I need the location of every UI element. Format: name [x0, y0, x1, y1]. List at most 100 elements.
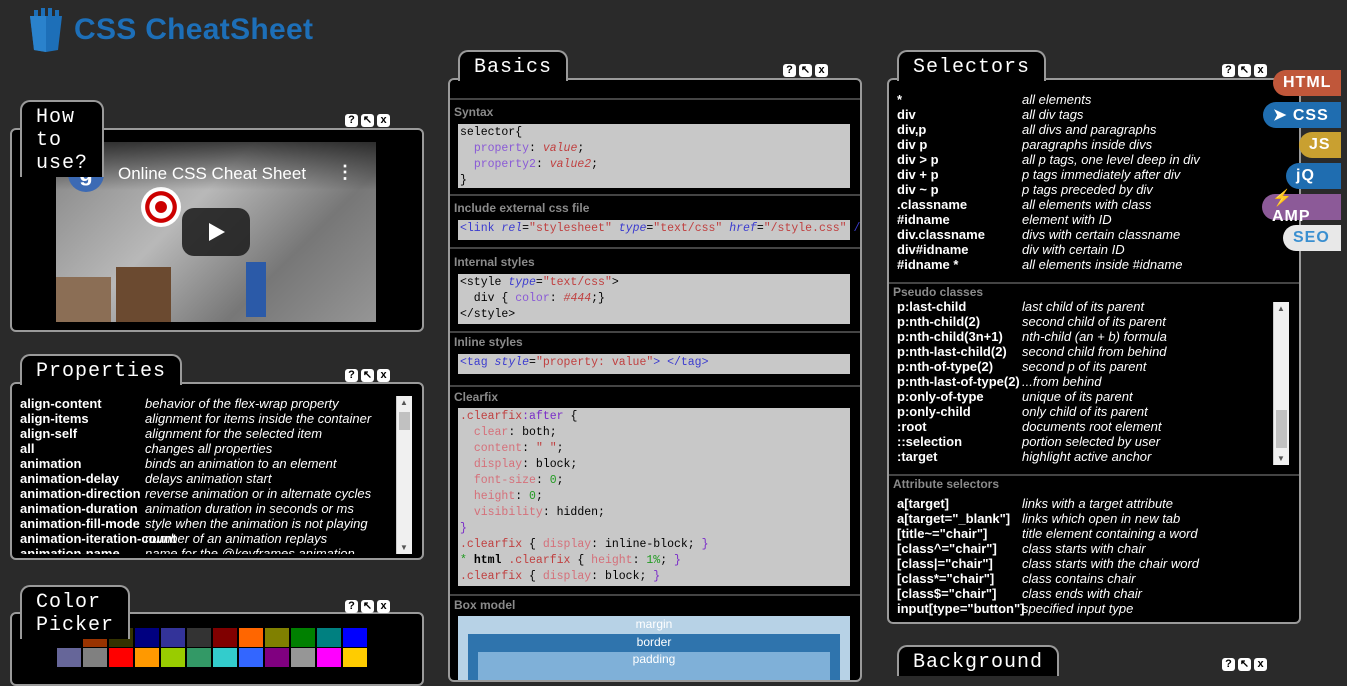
selector-row[interactable]: div#idname div with certain ID	[897, 242, 1200, 257]
close-button[interactable]: x	[377, 369, 390, 382]
attr-row[interactable]: [class|="chair"] class starts with the ch…	[897, 556, 1199, 571]
pseudo-row[interactable]: ::selection portion selected by user	[897, 434, 1167, 449]
expand-button[interactable]: ↖	[799, 64, 812, 77]
site-logo[interactable]: CSS CheatSheet	[28, 8, 313, 52]
selector-row[interactable]: div + p p tags immediately after div	[897, 167, 1200, 182]
expand-button[interactable]: ↖	[361, 114, 374, 127]
scrollbar-thumb[interactable]	[1276, 410, 1287, 448]
color-swatch[interactable]	[57, 648, 81, 667]
color-swatch[interactable]	[317, 628, 341, 647]
internal-code[interactable]: <style type="text/css"> div { color: #44…	[458, 274, 850, 324]
property-row[interactable]: animation-fill-mode style when the animat…	[20, 516, 405, 531]
close-button[interactable]: x	[815, 64, 828, 77]
color-swatch[interactable]	[291, 648, 315, 667]
selector-row[interactable]: div,p all divs and paragraphs	[897, 122, 1200, 137]
property-row[interactable]: all changes all properties	[20, 441, 405, 456]
lang-button-amp[interactable]: ⚡ AMP	[1262, 190, 1341, 225]
selector-row[interactable]: div.classname divs with certain classname	[897, 227, 1200, 242]
selector-row[interactable]: div > p all p tags, one level deep in div	[897, 152, 1200, 167]
close-button[interactable]: x	[1254, 64, 1267, 77]
color-swatch[interactable]	[187, 648, 211, 667]
howto-tab[interactable]: How to use?	[20, 100, 105, 177]
pseudo-row[interactable]: p:last-child last child of its parent	[897, 301, 1167, 314]
syntax-code[interactable]: selector{ property: value; property2: va…	[458, 124, 850, 188]
property-row[interactable]: animation binds an animation to an elemen…	[20, 456, 405, 471]
color-swatch[interactable]	[343, 628, 367, 647]
color-swatch[interactable]	[109, 648, 133, 667]
video-title[interactable]: Online CSS Cheat Sheet	[118, 164, 306, 184]
selector-row[interactable]: .classname all elements with class	[897, 197, 1200, 212]
help-button[interactable]: ?	[345, 114, 358, 127]
pseudo-scrollbar[interactable]: ▲ ▼	[1273, 302, 1289, 465]
color-swatch[interactable]	[265, 648, 289, 667]
attr-row[interactable]: [class$="chair"] class ends with chair	[897, 586, 1199, 601]
color-swatch[interactable]	[161, 648, 185, 667]
help-button[interactable]: ?	[345, 600, 358, 613]
property-row[interactable]: animation-delay delays animation start	[20, 471, 405, 486]
lang-button-html[interactable]: HTML	[1273, 70, 1341, 96]
external-code[interactable]: <link rel="stylesheet" type="text/css" h…	[458, 220, 860, 240]
property-row[interactable]: animation-duration animation duration in …	[20, 501, 405, 516]
attr-row[interactable]: [class*="chair"] class contains chair	[897, 571, 1199, 586]
selector-row[interactable]: #idname * all elements inside #idname	[897, 257, 1200, 272]
attr-row[interactable]: [title~="chair"] title element containing…	[897, 526, 1199, 541]
expand-button[interactable]: ↖	[1238, 64, 1251, 77]
color-swatch[interactable]	[213, 628, 237, 647]
inline-code[interactable]: <tag style="property: value"> </tag>	[458, 354, 850, 374]
selector-row[interactable]: #idname element with ID	[897, 212, 1200, 227]
close-button[interactable]: x	[1254, 658, 1267, 671]
properties-tab[interactable]: Properties	[20, 354, 183, 385]
help-button[interactable]: ?	[1222, 658, 1235, 671]
selector-row[interactable]: div all div tags	[897, 107, 1200, 122]
property-row[interactable]: align-items alignment for items inside th…	[20, 411, 405, 426]
attr-row[interactable]: a[target="_blank"] links which open in ne…	[897, 511, 1199, 526]
pseudo-row[interactable]: :root documents root element	[897, 419, 1167, 434]
attr-row[interactable]: input[type="button"] specified input type	[897, 601, 1199, 616]
color-swatch[interactable]	[265, 628, 289, 647]
expand-button[interactable]: ↖	[361, 369, 374, 382]
expand-button[interactable]: ↖	[361, 600, 374, 613]
pseudo-row[interactable]: p:nth-of-type(2) second p of its parent	[897, 359, 1167, 374]
color-swatch[interactable]	[187, 628, 211, 647]
selector-row[interactable]: div p paragraphs inside divs	[897, 137, 1200, 152]
help-button[interactable]: ?	[1222, 64, 1235, 77]
color-swatch[interactable]	[239, 628, 263, 647]
pseudo-row[interactable]: p:nth-child(3n+1) nth-child (an + b) form…	[897, 329, 1167, 344]
selector-row[interactable]: * all elements	[897, 92, 1200, 107]
pseudo-row[interactable]: p:nth-last-of-type(2) ...from behind	[897, 374, 1167, 389]
pseudo-row[interactable]: p:nth-last-child(2) second child from beh…	[897, 344, 1167, 359]
lang-button-css[interactable]: ➤ CSS	[1263, 102, 1341, 128]
more-options-icon[interactable]: ⋮	[336, 162, 354, 183]
property-row[interactable]: animation-iteration-count number of an an…	[20, 531, 405, 546]
pseudo-row[interactable]: p:nth-child(2) second child of its parent	[897, 314, 1167, 329]
color-swatch[interactable]	[161, 628, 185, 647]
pseudo-row[interactable]: p:only-child only child of its parent	[897, 404, 1167, 419]
play-button[interactable]	[182, 208, 250, 256]
scrollbar-thumb[interactable]	[399, 412, 410, 430]
clearfix-code[interactable]: .clearfix:after { clear: both; content: …	[458, 408, 850, 586]
color-swatch[interactable]	[291, 628, 315, 647]
color-swatch[interactable]	[135, 628, 159, 647]
color-swatch[interactable]	[83, 648, 107, 667]
color-swatch[interactable]	[213, 648, 237, 667]
pseudo-row[interactable]: p:only-of-type unique of its parent	[897, 389, 1167, 404]
property-row[interactable]: align-self alignment for the selected ite…	[20, 426, 405, 441]
background-tab[interactable]: Background	[897, 645, 1060, 676]
attr-row[interactable]: a[target] links with a target attribute	[897, 496, 1199, 511]
pseudo-row[interactable]: :target highlight active anchor	[897, 449, 1167, 464]
property-row[interactable]: align-content behavior of the flex-wrap p…	[20, 396, 405, 411]
close-button[interactable]: x	[377, 114, 390, 127]
color-swatch[interactable]	[343, 648, 367, 667]
close-button[interactable]: x	[377, 600, 390, 613]
expand-button[interactable]: ↖	[1238, 658, 1251, 671]
lang-button-seo[interactable]: SEO	[1283, 225, 1341, 251]
basics-tab[interactable]: Basics	[458, 50, 569, 81]
property-row[interactable]: animation-name name for the @keyframes an…	[20, 546, 405, 554]
properties-scrollbar[interactable]: ▲ ▼	[396, 396, 412, 554]
color-swatch[interactable]	[317, 648, 341, 667]
lang-button-js[interactable]: JS	[1299, 132, 1341, 158]
selector-row[interactable]: div ~ p p tags preceded by div	[897, 182, 1200, 197]
color-swatch[interactable]	[239, 648, 263, 667]
lang-button-jq[interactable]: jQ	[1286, 163, 1341, 189]
selectors-tab[interactable]: Selectors	[897, 50, 1047, 81]
